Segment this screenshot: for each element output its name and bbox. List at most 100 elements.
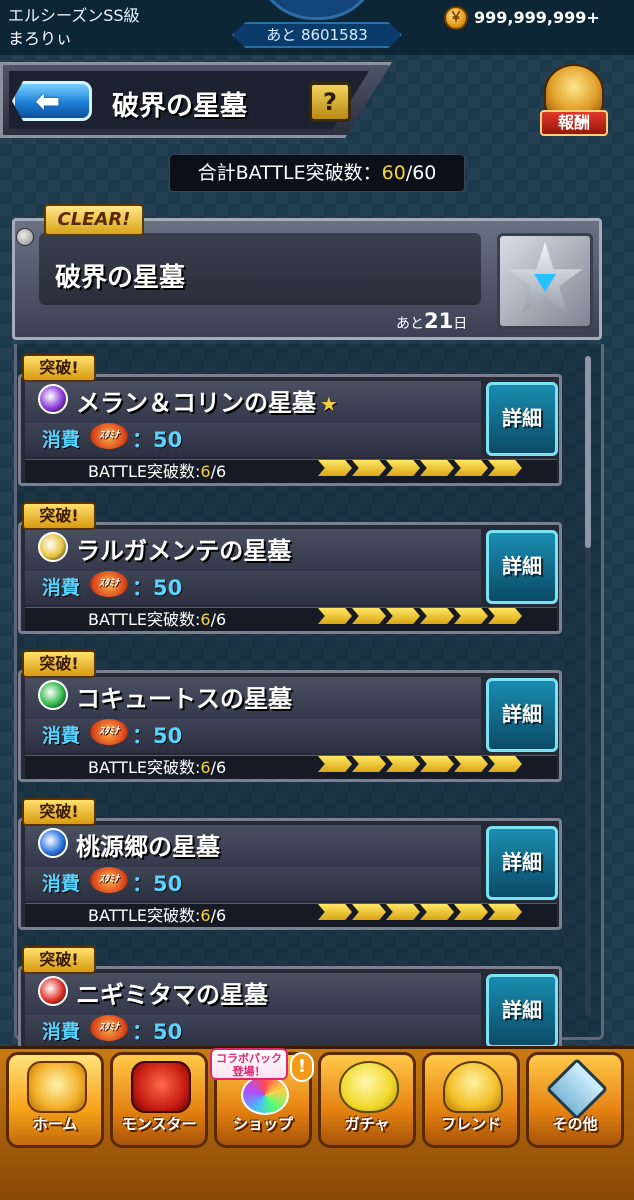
nav-monster-label: モンスター xyxy=(121,1115,197,1133)
breakthrough-badge: 突破! xyxy=(22,354,96,382)
quest-row[interactable]: 突破! 桃源郷の星墓 消費 ｽﾀﾐﾅ ：50 BATTLE突破数:6/6 詳細 xyxy=(18,798,564,932)
quest-title-text: 桃源郷の星墓 xyxy=(76,833,220,861)
battle-total: /6 xyxy=(210,906,227,925)
scrollbar-thumb[interactable] xyxy=(585,356,591,548)
battle-count: BATTLE突破数:6/6 xyxy=(88,754,226,778)
home-gate-icon xyxy=(27,1061,87,1113)
nav-home[interactable]: ホーム xyxy=(6,1052,104,1148)
battle-progress-bar xyxy=(318,904,526,920)
other-menu-icon xyxy=(545,1057,609,1121)
detail-button[interactable]: 詳細 xyxy=(486,974,558,1048)
stamina-icon: ｽﾀﾐﾅ xyxy=(90,719,128,745)
battle-done: 6 xyxy=(200,906,211,925)
quest-title: メラン＆コリンの星墓 ★ xyxy=(76,383,338,418)
detail-button[interactable]: 詳細 xyxy=(486,530,558,604)
orb-icon xyxy=(241,1075,289,1115)
progress-chevron xyxy=(488,460,522,476)
page-title: 破界の星墓 xyxy=(112,91,247,122)
battle-count: BATTLE突破数:6/6 xyxy=(88,458,226,482)
reward-button[interactable]: 報酬 xyxy=(536,62,612,142)
breakthrough-badge: 突破! xyxy=(22,650,96,678)
quest-title-text: メラン＆コリンの星墓 xyxy=(76,389,316,417)
progress-chevron xyxy=(420,608,454,624)
progress-chevron xyxy=(454,756,488,772)
friend-balloons-icon xyxy=(443,1061,503,1113)
element-icon xyxy=(38,532,68,562)
star-icon: ★ xyxy=(320,392,338,416)
collab-pack-tag: コラボパック 登場！ xyxy=(210,1048,288,1080)
battle-total: /6 xyxy=(210,462,227,481)
quest-title-text: ラルガメンテの星墓 xyxy=(76,537,292,565)
progress-chevron xyxy=(352,608,386,624)
cost-value: ：50 xyxy=(132,428,183,452)
quest-title-text: コキュートスの星墓 xyxy=(76,685,292,713)
stamina-icon: ｽﾀﾐﾅ xyxy=(90,423,128,449)
total-current: 60 xyxy=(381,162,406,184)
star-emblem-icon xyxy=(497,233,593,329)
nav-monster[interactable]: モンスター xyxy=(110,1052,208,1148)
nav-gacha[interactable]: ガチャ xyxy=(318,1052,416,1148)
nav-home-label: ホーム xyxy=(32,1115,78,1133)
battle-progress-bar xyxy=(318,608,526,624)
progress-chevron xyxy=(454,608,488,624)
quest-title: コキュートスの星墓 xyxy=(76,679,296,714)
progress-chevron xyxy=(420,756,454,772)
nav-friend-label: フレンド xyxy=(440,1115,501,1133)
progress-chevron xyxy=(454,904,488,920)
coin-icon: ￥ xyxy=(444,6,468,30)
player-rank: エルシーズンSS級 xyxy=(8,6,140,25)
remaining-suffix: 日 xyxy=(453,316,468,332)
stamina-icon: ｽﾀﾐﾅ xyxy=(90,571,128,597)
breakthrough-badge: 突破! xyxy=(22,946,96,974)
battle-label: BATTLE突破数: xyxy=(88,758,201,777)
progress-chevron xyxy=(318,608,352,624)
nav-other-label: その他 xyxy=(552,1115,598,1133)
quest-row[interactable]: 突破! ラルガメンテの星墓 消費 ｽﾀﾐﾅ ：50 BATTLE突破数:6/6 詳細 xyxy=(18,502,564,636)
cost-value: ：50 xyxy=(132,872,183,896)
progress-chevron xyxy=(488,756,522,772)
progress-chevron xyxy=(386,904,420,920)
back-button[interactable]: ⬅ xyxy=(12,81,92,121)
remaining-days: 21 xyxy=(424,309,454,333)
player-name: まろりぃ xyxy=(8,29,73,48)
featured-remaining-days: あと21日 xyxy=(396,309,467,333)
quest-title: ラルガメンテの星墓 xyxy=(76,531,295,566)
cost-value: ：50 xyxy=(132,1020,183,1044)
total-label: 合計BATTLE突破数： xyxy=(197,162,382,184)
progress-chevron xyxy=(386,756,420,772)
progress-chevron xyxy=(352,904,386,920)
battle-progress-bar xyxy=(318,756,526,772)
progress-chevron xyxy=(318,904,352,920)
nav-other[interactable]: その他 xyxy=(526,1052,624,1148)
back-arrow-icon: ⬅ xyxy=(35,84,61,119)
battle-done: 6 xyxy=(200,462,211,481)
quest-row[interactable]: 突破! コキュートスの星墓消費 ｽﾀﾐﾅ ：50 BATTLE突破数:6/6 詳細 xyxy=(18,650,564,784)
detail-button[interactable]: 詳細 xyxy=(486,826,558,900)
progress-chevron xyxy=(420,460,454,476)
quest-row[interactable]: 突破! メラン＆コリンの星墓 ★ 消費 ｽﾀﾐﾅ ：50 BATTLE突破数:6/6 詳細 xyxy=(18,354,564,488)
cost-label: 消費 xyxy=(42,725,81,747)
progress-chevron xyxy=(352,460,386,476)
stamina-icon: ｽﾀﾐﾅ xyxy=(90,867,128,893)
detail-button[interactable]: 詳細 xyxy=(486,382,558,456)
element-icon xyxy=(38,828,68,858)
detail-button[interactable]: 詳細 xyxy=(486,678,558,752)
reward-label: 報酬 xyxy=(540,110,608,136)
cost-label: 消費 xyxy=(42,873,81,895)
progress-chevron xyxy=(318,460,352,476)
cost-value: ：50 xyxy=(132,724,183,748)
element-icon xyxy=(38,976,68,1006)
featured-dungeon-card[interactable]: 破界の星墓 あと21日 xyxy=(12,218,602,340)
battle-total: /6 xyxy=(210,758,227,777)
battle-total: /6 xyxy=(210,610,227,629)
clear-badge: CLEAR! xyxy=(44,204,144,236)
progress-chevron xyxy=(318,756,352,772)
progress-chevron xyxy=(420,904,454,920)
remaining-prefix: あと xyxy=(396,316,424,332)
battle-progress-bar xyxy=(318,460,526,476)
battle-label: BATTLE突破数: xyxy=(88,906,201,925)
quest-title: ニギミタマの星墓 xyxy=(76,975,272,1010)
nav-friend[interactable]: フレンド xyxy=(422,1052,520,1148)
help-button[interactable]: ? xyxy=(309,82,351,122)
total-max: 60 xyxy=(412,162,437,184)
